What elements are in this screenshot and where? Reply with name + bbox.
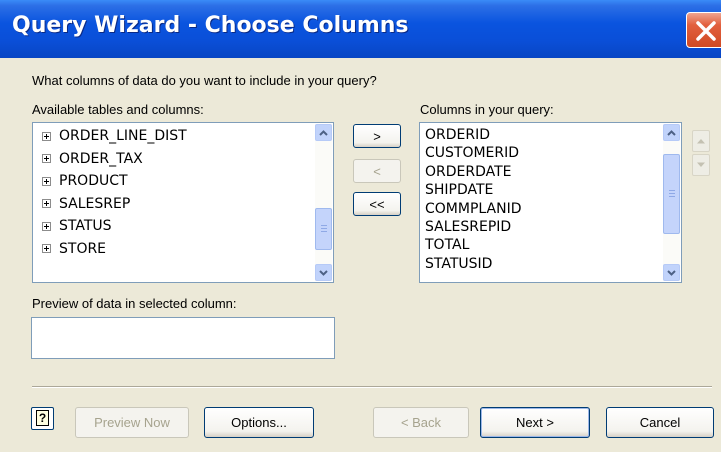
expand-plus-icon[interactable] xyxy=(42,244,51,253)
available-list-item[interactable]: ORDER_TAX xyxy=(35,148,313,171)
selected-list-item[interactable]: TOTAL xyxy=(422,236,661,254)
selected-list-item[interactable]: SHIPDATE xyxy=(422,181,661,199)
title-bar: Query Wizard - Choose Columns xyxy=(0,0,721,58)
add-column-button[interactable]: > xyxy=(353,124,401,148)
scroll-down-button[interactable] xyxy=(315,264,332,281)
preview-field[interactable] xyxy=(31,317,335,359)
preview-label: Preview of data in selected column: xyxy=(32,296,237,311)
preview-now-button[interactable]: Preview Now xyxy=(75,407,189,438)
scroll-up-button[interactable] xyxy=(315,124,332,141)
expand-plus-icon[interactable] xyxy=(42,199,51,208)
remove-all-button[interactable]: << xyxy=(353,192,401,216)
available-scrollbar[interactable] xyxy=(315,124,332,281)
triangle-up-icon xyxy=(697,139,705,144)
selected-scrollbar[interactable] xyxy=(663,124,680,281)
expand-plus-icon[interactable] xyxy=(42,154,51,163)
selected-list-item[interactable]: CUSTOMERID xyxy=(422,144,661,162)
available-list-item[interactable]: SALESREP xyxy=(35,193,313,216)
close-icon xyxy=(696,21,716,41)
selected-list-item[interactable]: COMMPLANID xyxy=(422,200,661,218)
chevron-up-icon xyxy=(667,129,676,136)
remove-column-button[interactable]: < xyxy=(353,159,401,183)
selected-list-item[interactable]: ORDERDATE xyxy=(422,163,661,181)
close-button[interactable] xyxy=(686,12,721,48)
selected-list[interactable]: ORDERID CUSTOMERID ORDERDATE SHIPDATE COMMPL… xyxy=(419,122,682,283)
expand-plus-icon[interactable] xyxy=(42,131,51,141)
selected-list-item[interactable]: ORDERID xyxy=(422,126,661,144)
available-list[interactable]: ORDER_LINE_DIST ORDER_TAX PRODUCT SALESREP S… xyxy=(32,122,334,283)
scroll-thumb[interactable] xyxy=(663,154,680,234)
available-item-label: ORDER_LINE_DIST xyxy=(59,128,187,144)
available-item-label: SALESREP xyxy=(59,195,131,212)
available-item-label: STATUS xyxy=(59,218,112,234)
available-item-label: STORE xyxy=(59,240,107,257)
window-title: Query Wizard - Choose Columns xyxy=(12,13,409,38)
available-list-item[interactable]: ORDER_LINE_DIST xyxy=(35,125,313,148)
available-list-item[interactable]: STORE xyxy=(35,238,313,261)
cancel-button[interactable]: Cancel xyxy=(606,407,714,438)
move-down-button[interactable] xyxy=(692,154,710,176)
expand-plus-icon[interactable] xyxy=(42,221,51,231)
available-list-item[interactable]: STATUS xyxy=(35,215,313,238)
help-icon: ? xyxy=(36,410,49,426)
chevron-up-icon xyxy=(319,129,328,136)
help-button[interactable]: ? xyxy=(31,407,54,430)
next-button[interactable]: Next > xyxy=(480,407,590,438)
available-item-label: ORDER_TAX xyxy=(59,150,143,167)
available-item-label: PRODUCT xyxy=(59,173,128,189)
question-text: What columns of data do you want to incl… xyxy=(32,73,377,88)
chevron-down-icon xyxy=(319,269,328,276)
back-button[interactable]: < Back xyxy=(373,407,469,438)
scroll-down-button[interactable] xyxy=(663,264,680,281)
selected-list-item[interactable]: STATUSID xyxy=(422,255,661,273)
options-button[interactable]: Options... xyxy=(204,407,314,438)
selected-list-item[interactable]: SALESREPID xyxy=(422,218,661,236)
divider xyxy=(32,386,712,388)
move-up-button[interactable] xyxy=(692,130,710,152)
available-list-item[interactable]: PRODUCT xyxy=(35,170,313,193)
selected-label: Columns in your query: xyxy=(420,102,554,117)
scroll-up-button[interactable] xyxy=(663,124,680,141)
available-label: Available tables and columns: xyxy=(32,102,204,117)
triangle-down-icon xyxy=(697,162,705,167)
expand-plus-icon[interactable] xyxy=(42,176,51,186)
scroll-thumb[interactable] xyxy=(315,208,332,250)
chevron-down-icon xyxy=(667,269,676,276)
